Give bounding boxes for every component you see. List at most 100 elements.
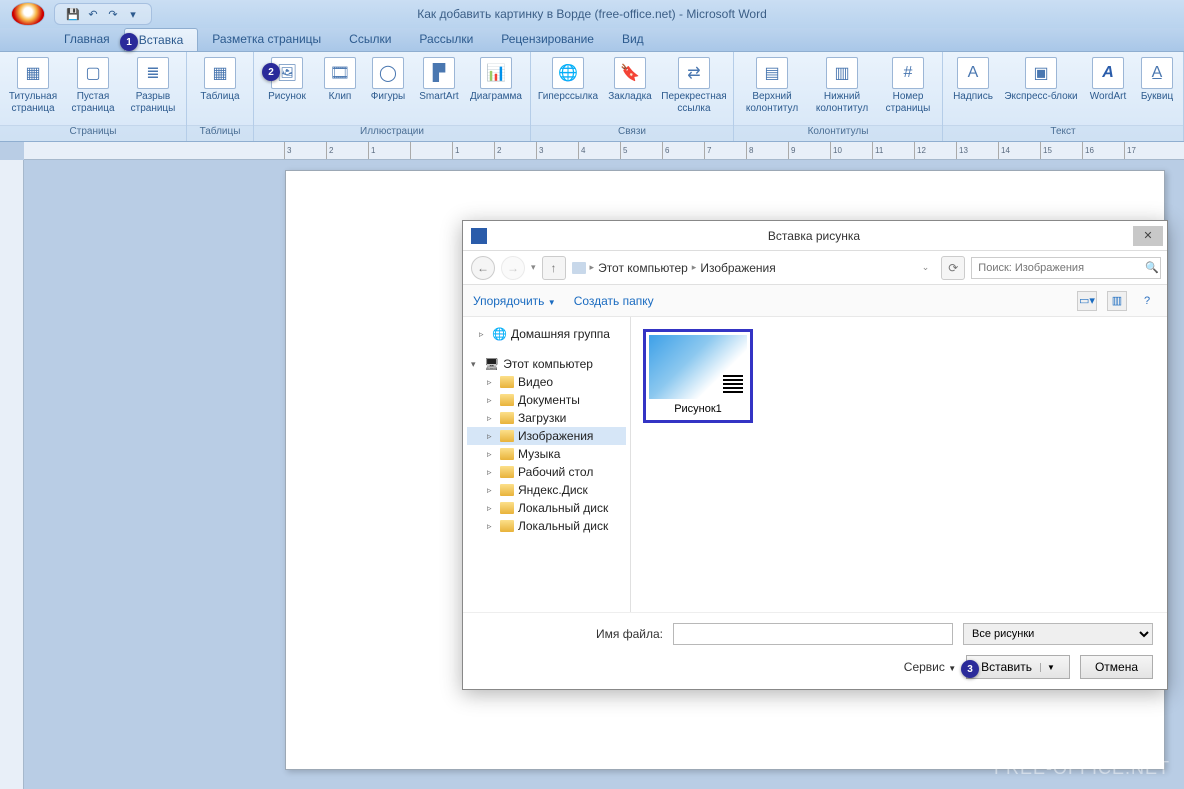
tab-mailings[interactable]: Рассылки (405, 28, 487, 51)
group-label: Связи (531, 125, 733, 141)
file-list[interactable]: Рисунок1 (631, 317, 1167, 612)
textbox-button[interactable]: AНадпись (947, 55, 999, 105)
ruler-tick: 2 (326, 142, 368, 159)
cancel-button[interactable]: Отмена (1080, 655, 1153, 679)
group-label: Иллюстрации (254, 125, 530, 141)
chevron-right-icon: ▹ (487, 449, 496, 460)
tree-item[interactable]: ▹Музыка (467, 445, 626, 463)
title-bar: 💾 ↶ ↷ ▾ Как добавить картинку в Ворде (f… (0, 0, 1184, 28)
tools-button[interactable]: Сервис ▼ (904, 660, 956, 674)
tree-item-label: Загрузки (518, 411, 566, 425)
folder-tree[interactable]: ▹🌐Домашняя группа ▾🖥Этот компьютер ▹Виде… (463, 317, 631, 612)
tab-home[interactable]: Главная (50, 28, 124, 51)
tree-item[interactable]: ▹Изображения (467, 427, 626, 445)
tab-page-layout[interactable]: Разметка страницы (198, 28, 335, 51)
chevron-down-icon[interactable]: ▾ (531, 262, 536, 273)
dropcap-icon: A̲ (1141, 57, 1173, 89)
filetype-select[interactable]: Все рисунки (963, 623, 1153, 645)
tab-view[interactable]: Вид (608, 28, 658, 51)
footer-button[interactable]: ▥Нижний колонтитул (808, 55, 876, 116)
file-thumbnail[interactable]: Рисунок1 (643, 329, 753, 423)
tab-review[interactable]: Рецензирование (487, 28, 608, 51)
page-number-button[interactable]: #Номер страницы (878, 55, 938, 116)
close-icon[interactable]: ✕ (1133, 226, 1163, 246)
view-mode-icon[interactable]: ▭▾ (1077, 291, 1097, 311)
quickparts-button[interactable]: ▣Экспресс-блоки (1001, 55, 1081, 105)
ruler-tick: 4 (578, 142, 620, 159)
organize-button[interactable]: Упорядочить ▼ (473, 294, 556, 308)
clip-icon: 🎞 (324, 57, 356, 89)
tree-item[interactable]: ▹Рабочий стол (467, 463, 626, 481)
callout-badge-2: 2 (262, 63, 280, 81)
header-button[interactable]: ▤Верхний колонтитул (738, 55, 806, 116)
redo-icon[interactable]: ↷ (105, 6, 121, 22)
forward-icon[interactable]: → (501, 256, 525, 280)
up-icon[interactable]: ↑ (542, 256, 566, 280)
help-icon[interactable]: ? (1137, 291, 1157, 311)
tree-item[interactable]: ▹Локальный диск (467, 517, 626, 535)
cross-ref-button[interactable]: ⇄Перекрестная ссылка (659, 55, 729, 116)
tree-item[interactable]: ▹Видео (467, 373, 626, 391)
clip-button[interactable]: 🎞Клип (318, 55, 362, 105)
tab-links[interactable]: Ссылки (335, 28, 405, 51)
smartart-button[interactable]: ▛SmartArt (414, 55, 464, 105)
dialog-title: Вставка рисунка (495, 229, 1133, 243)
folder-icon (500, 466, 514, 478)
header-icon: ▤ (756, 57, 788, 89)
breadcrumb-root[interactable]: Этот компьютер (598, 261, 688, 275)
ruler-tick: 14 (998, 142, 1040, 159)
save-icon[interactable]: 💾 (65, 6, 81, 22)
chart-button[interactable]: 📊Диаграмма (466, 55, 526, 105)
qr-icon (723, 375, 743, 395)
tree-homegroup[interactable]: ▹🌐Домашняя группа (467, 325, 626, 343)
ruler-tick: 2 (494, 142, 536, 159)
breadcrumb-current[interactable]: Изображения (700, 261, 775, 275)
chevron-down-icon[interactable]: ⌄ (922, 262, 930, 273)
tree-item[interactable]: ▹Локальный диск (467, 499, 626, 517)
tree-item[interactable]: ▹ Документы (467, 391, 626, 409)
insert-button[interactable]: Вставить▼ (966, 655, 1070, 679)
horizontal-ruler[interactable]: 3211234567891011121314151617 (24, 142, 1184, 160)
vertical-ruler[interactable] (0, 160, 24, 789)
folder-icon (500, 376, 514, 388)
ribbon-tabs: Главная Вставка Разметка страницы Ссылки… (0, 28, 1184, 52)
search-icon[interactable]: 🔍 (1145, 261, 1159, 274)
tree-item[interactable]: ▹Загрузки (467, 409, 626, 427)
insert-picture-dialog: Вставка рисунка ✕ ← → ▾ ↑ ▸ Этот компьют… (462, 220, 1168, 690)
ruler-tick: 10 (830, 142, 872, 159)
preview-pane-icon[interactable]: ▥ (1107, 291, 1127, 311)
qat-more-icon[interactable]: ▾ (125, 6, 141, 22)
filename-input[interactable] (673, 623, 953, 645)
back-icon[interactable]: ← (471, 256, 495, 280)
textbox-icon: A (957, 57, 989, 89)
refresh-icon[interactable]: ⟳ (941, 256, 965, 280)
wordart-button[interactable]: AWordArt (1083, 55, 1133, 105)
shapes-button[interactable]: ◯Фигуры (364, 55, 412, 105)
cover-page-button[interactable]: ▦Титульная страница (4, 55, 62, 116)
chevron-right-icon: ▹ (487, 395, 496, 406)
search-input[interactable] (971, 257, 1161, 279)
bookmark-button[interactable]: 🔖Закладка (603, 55, 657, 105)
page-break-button[interactable]: ≣Разрыв страницы (124, 55, 182, 116)
ruler-tick (410, 142, 452, 159)
tree-item[interactable]: ▹Яндекс.Диск (467, 481, 626, 499)
group-text: AНадпись ▣Экспресс-блоки AWordArt A̲Букв… (943, 52, 1184, 141)
blank-page-button[interactable]: ▢Пустая страница (64, 55, 122, 116)
table-icon: ▦ (204, 57, 236, 89)
office-button[interactable] (11, 2, 45, 26)
table-button[interactable]: ▦Таблица (191, 55, 249, 105)
group-label: Страницы (0, 125, 186, 141)
tree-computer[interactable]: ▾🖥Этот компьютер (467, 355, 626, 373)
dialog-icon (471, 228, 487, 244)
hyperlink-button[interactable]: 🌐Гиперссылка (535, 55, 601, 105)
ruler-tick: 12 (914, 142, 956, 159)
ruler-tick: 1 (452, 142, 494, 159)
breadcrumb[interactable]: ▸ Этот компьютер ▸ Изображения (572, 261, 916, 275)
undo-icon[interactable]: ↶ (85, 6, 101, 22)
wordart-icon: A (1092, 57, 1124, 89)
dropcap-button[interactable]: A̲Буквиц (1135, 55, 1179, 105)
tree-item-label: Документы (518, 393, 580, 407)
dialog-titlebar[interactable]: Вставка рисунка ✕ (463, 221, 1167, 251)
group-tables: ▦Таблица Таблицы (187, 52, 254, 141)
new-folder-button[interactable]: Создать папку (574, 294, 654, 308)
